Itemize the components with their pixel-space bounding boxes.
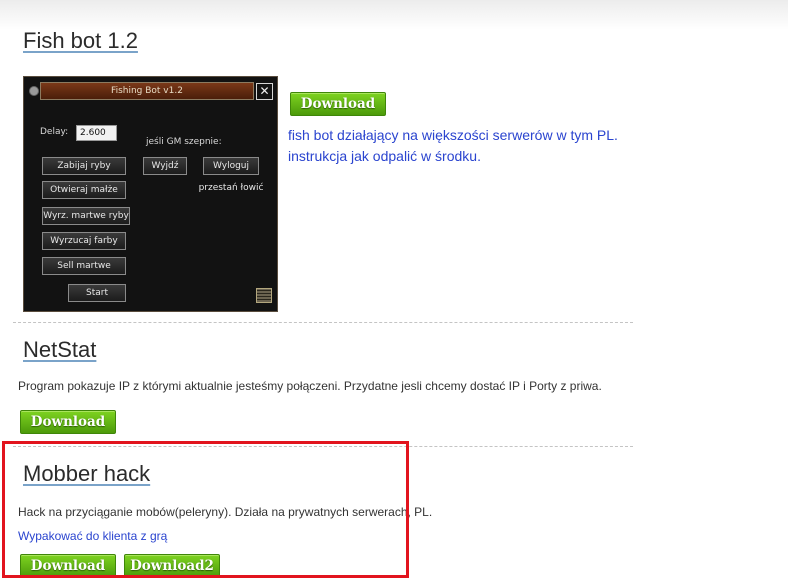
window-gem-icon	[29, 86, 39, 96]
fishbot-screenshot: Fishing Bot v1.2 ✕ Delay: 2.600 jeśli GM…	[23, 76, 278, 312]
start-button: Start	[68, 284, 126, 302]
sell-dead-button: Sell martwe	[42, 257, 126, 275]
separator	[13, 322, 633, 323]
gm-label: jeśli GM szepnie:	[146, 137, 222, 147]
open-clams-button: Otwieraj małże	[42, 181, 126, 199]
exit-button: Wyjdź	[143, 157, 187, 175]
netstat-description: Program pokazuje IP z którymi aktualnie …	[18, 379, 602, 393]
highlight-box	[2, 441, 409, 578]
delay-label: Delay:	[40, 127, 69, 137]
throw-paints-button: Wyrzucaj farby	[42, 232, 126, 250]
stop-fishing-button: przestań łowić	[198, 183, 264, 193]
kill-fish-button: Zabijaj ryby	[42, 157, 126, 175]
delay-input: 2.600	[76, 125, 117, 141]
top-gradient	[0, 0, 788, 30]
bot-window-title: Fishing Bot v1.2	[40, 82, 254, 100]
logout-button: Wyloguj	[203, 157, 259, 175]
notepad-icon	[256, 288, 272, 303]
close-icon: ✕	[256, 83, 273, 100]
fishbot-title[interactable]: Fish bot 1.2	[23, 28, 138, 54]
fishbot-download-button[interactable]: Download	[290, 92, 386, 116]
netstat-download-button[interactable]: Download	[20, 410, 116, 434]
fishbot-description: fish bot działający na większości serwer…	[288, 127, 618, 164]
throw-dead-fish-button: Wyrz. martwe ryby	[42, 207, 130, 225]
netstat-title[interactable]: NetStat	[23, 337, 96, 363]
